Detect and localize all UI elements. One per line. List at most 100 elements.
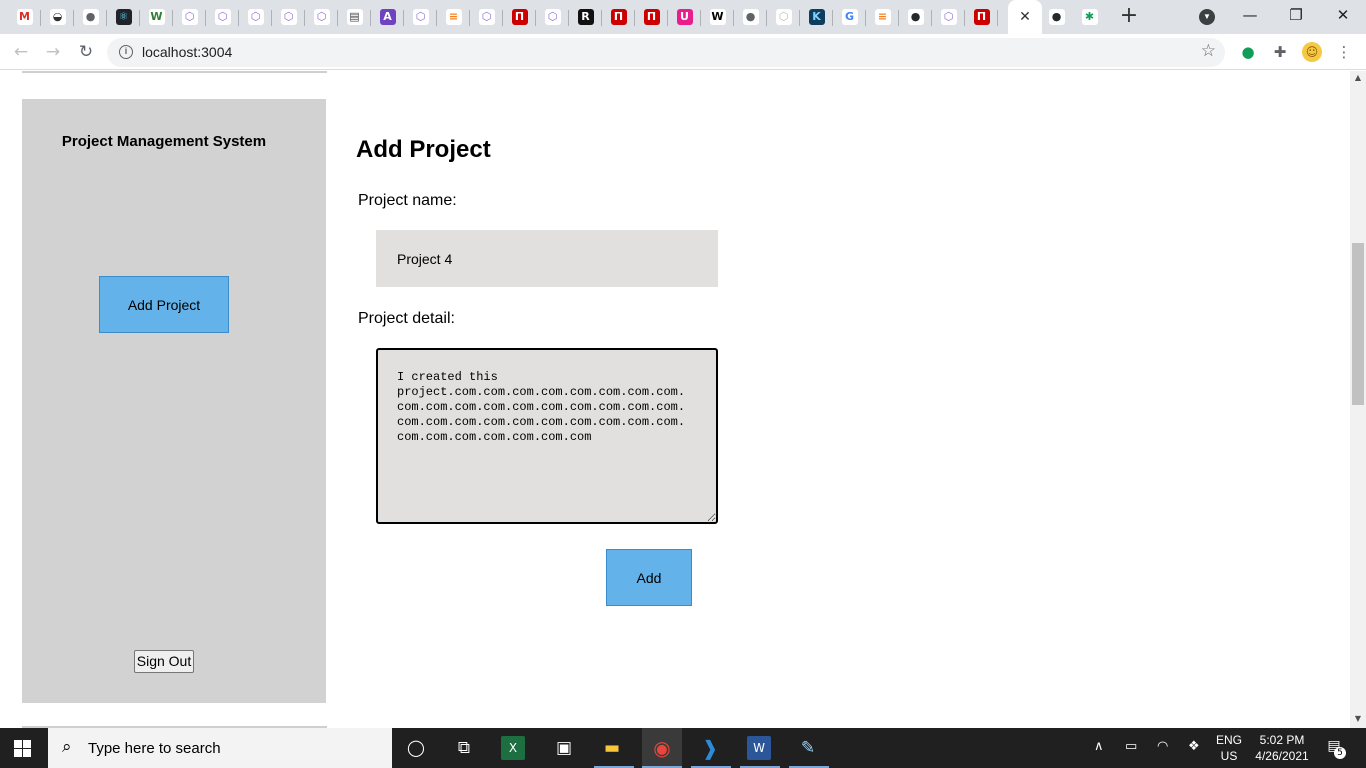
browser-tab[interactable]: ✱ [1073, 4, 1106, 30]
browser-tab[interactable]: ▤ [338, 4, 371, 30]
extensions-puzzle-icon[interactable]: ✚ [1270, 42, 1290, 62]
react-icon: ⚛ [115, 9, 132, 25]
system-clock[interactable]: 5:02 PM 4/26/2021 [1252, 732, 1312, 764]
browser-tab[interactable]: ⬡ [173, 4, 206, 30]
browser-tab[interactable]: ⚛ [107, 4, 140, 30]
new-tab-button[interactable]: + [1118, 5, 1140, 28]
netlify-icon: Π [511, 9, 528, 25]
github-icon: ● [1048, 9, 1065, 25]
browser-tab[interactable]: ⬡ [767, 4, 800, 30]
sign-out-button[interactable]: Sign Out [134, 650, 194, 673]
graphql-icon: ⬡ [478, 9, 495, 25]
add-submit-button[interactable]: Add [606, 549, 692, 606]
project-name-label: Project name: [358, 192, 457, 209]
browser-tab[interactable]: Π [602, 4, 635, 30]
browser-tab[interactable]: ≡ [437, 4, 470, 30]
browser-tab[interactable]: ● [74, 4, 107, 30]
browser-tab[interactable]: Π [635, 4, 668, 30]
taskbar-search-box[interactable]: ⌕ Type here to search [48, 728, 392, 768]
graphql-icon: ⬡ [181, 9, 198, 25]
language-indicator[interactable]: ENG US [1216, 732, 1242, 764]
search-placeholder[interactable]: Type here to search [88, 740, 221, 757]
graphql-icon: ⬡ [775, 9, 792, 25]
browser-tab[interactable]: ◒ [41, 4, 74, 30]
stackoverflow-icon: ≡ [445, 9, 462, 25]
browser-tab[interactable]: ≡ [866, 4, 899, 30]
browser-tab[interactable]: ● [734, 4, 767, 30]
tab-close-icon[interactable]: ✕ [1019, 9, 1031, 25]
r-icon: R [577, 9, 594, 25]
browser-tab[interactable]: ⬡ [932, 4, 965, 30]
page-scrollbar[interactable]: ▲ ▼ [1350, 71, 1366, 728]
browser-tab[interactable]: A [371, 4, 404, 30]
tab-search-icon[interactable]: ▼ [1199, 9, 1215, 25]
tray-chevron-icon[interactable]: ∧ [1094, 739, 1104, 754]
app-title: Project Management System [61, 133, 267, 150]
close-window-button[interactable]: ✕ [1330, 4, 1356, 26]
browser-tab[interactable]: ⬡ [272, 4, 305, 30]
chrome-icon[interactable]: ◉ [650, 736, 674, 760]
project-name-input[interactable] [376, 230, 718, 287]
u-icon: U [676, 9, 693, 25]
scroll-up-icon[interactable]: ▲ [1354, 73, 1362, 82]
browser-tab[interactable]: K [800, 4, 833, 30]
browser-tab[interactable]: ⬡ [239, 4, 272, 30]
scroll-down-icon[interactable]: ▼ [1354, 714, 1362, 723]
bookmark-star-icon[interactable]: ☆ [1201, 41, 1216, 61]
reload-icon[interactable]: ↻ [75, 41, 97, 63]
browser-tab[interactable]: ● [1040, 4, 1073, 30]
browser-tab[interactable]: ● [899, 4, 932, 30]
paint-icon[interactable]: ✎ [796, 736, 820, 760]
dropbox-icon[interactable]: ❖ [1188, 739, 1200, 754]
word-icon[interactable]: W [747, 736, 771, 760]
info-icon[interactable]: i [119, 45, 133, 59]
windows-start-icon[interactable] [14, 740, 31, 757]
browser-tab[interactable]: ⬡ [206, 4, 239, 30]
notification-center-icon[interactable]: ▤ 5 [1323, 738, 1346, 759]
task-view-icon[interactable]: ⧉ [452, 736, 476, 760]
url-text[interactable]: localhost:3004 [142, 44, 232, 60]
browser-tab[interactable]: R [569, 4, 602, 30]
scrollbar-thumb[interactable] [1352, 243, 1364, 405]
browser-tab[interactable]: ⬡ [470, 4, 503, 30]
clock-time: 5:02 PM [1259, 733, 1305, 747]
notification-badge: 5 [1334, 747, 1346, 759]
sidebar: Project Management System Add Project Si… [22, 99, 326, 703]
browser-tab[interactable]: ⬡ [404, 4, 437, 30]
store-icon[interactable]: ▣ [552, 736, 576, 760]
browser-tab[interactable]: W [140, 4, 173, 30]
battery-icon[interactable]: ▭ [1125, 739, 1137, 754]
file-explorer-icon[interactable]: ▬ [600, 736, 624, 760]
excel-icon[interactable]: X [501, 736, 525, 760]
doc-icon: ▤ [346, 9, 363, 25]
browser-tab[interactable]: U [668, 4, 701, 30]
sidebar-add-project-button[interactable]: Add Project [99, 276, 229, 333]
globe-icon: ● [82, 9, 99, 25]
top-divider [22, 71, 327, 73]
minimize-button[interactable]: — [1237, 4, 1263, 26]
browser-tab[interactable]: ⬡ [536, 4, 569, 30]
extension-green-icon[interactable]: ● [1238, 42, 1258, 62]
profile-avatar-icon[interactable]: ☺ [1302, 42, 1322, 62]
browser-tab[interactable]: Π [965, 4, 998, 30]
address-bar[interactable]: i localhost:3004 ☆ [107, 38, 1225, 67]
browser-tab[interactable]: W [701, 4, 734, 30]
browser-tab[interactable]: Π [503, 4, 536, 30]
cortana-icon[interactable]: ◯ [404, 736, 428, 760]
forward-arrow-icon[interactable]: → [42, 41, 64, 63]
windows-taskbar: ⌕ Type here to search ◯ ⧉ X ▣ ▬ ◉ ❱ W ✎ … [0, 728, 1366, 768]
wifi-icon[interactable]: ◠ [1157, 739, 1168, 754]
active-tab[interactable]: ✕ [1008, 0, 1042, 34]
project-detail-textarea[interactable] [376, 348, 718, 524]
browser-tab[interactable]: ⬡ [305, 4, 338, 30]
incognito-icon: ◒ [49, 9, 66, 25]
restore-button[interactable]: ❐ [1283, 4, 1309, 26]
back-arrow-icon[interactable]: ← [10, 41, 32, 63]
browser-tab[interactable]: G [833, 4, 866, 30]
language-code: ENG [1216, 733, 1243, 747]
menu-kebab-icon[interactable]: ⋮ [1334, 42, 1354, 62]
graphql-icon: ⬡ [313, 9, 330, 25]
vscode-icon[interactable]: ❱ [698, 736, 722, 760]
gmail-icon: M [16, 9, 33, 25]
browser-tab[interactable]: M [8, 4, 41, 30]
